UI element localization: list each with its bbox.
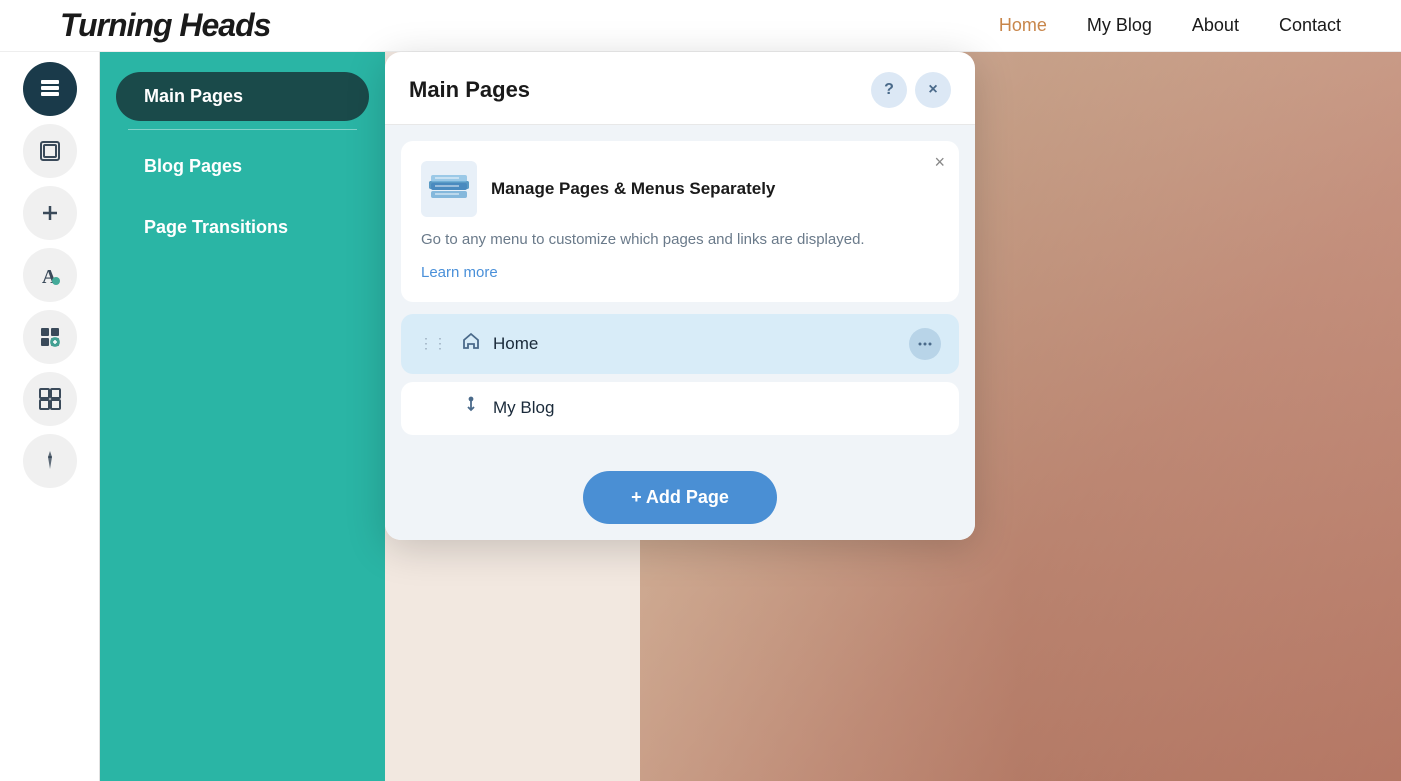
dialog-help-button[interactable]: ?: [871, 72, 907, 108]
dialog-header-actions: ? ×: [871, 72, 951, 108]
apps-sidebar-button[interactable]: [23, 310, 77, 364]
nav-item-about[interactable]: About: [1192, 15, 1239, 36]
page-list: ⋮⋮ Home: [401, 314, 959, 435]
info-card-title: Manage Pages & Menus Separately: [491, 178, 775, 200]
editor-sidebar: A: [0, 52, 100, 781]
pen-icon: [38, 449, 62, 473]
home-page-icon: [461, 331, 481, 356]
layers-icon: [38, 139, 62, 163]
info-card: × Man: [401, 141, 959, 302]
dialog-overlay: Main Pages ? × ×: [385, 52, 975, 742]
info-card-illustration: [421, 161, 477, 217]
website-header: Turning Heads Home My Blog About Contact: [0, 0, 1401, 52]
layers-sidebar-button[interactable]: [23, 124, 77, 178]
add-page-button[interactable]: + Add Page: [583, 471, 777, 524]
info-card-close-button[interactable]: ×: [934, 153, 945, 171]
text-sidebar-button[interactable]: A: [23, 248, 77, 302]
pages-panel-divider: [128, 129, 357, 130]
pen-sidebar-button[interactable]: [23, 434, 77, 488]
page-list-item-blog[interactable]: ⋮⋮ My Blog: [401, 382, 959, 435]
blog-page-icon: [461, 396, 481, 421]
pages-panel-transitions[interactable]: Page Transitions: [116, 203, 369, 252]
dialog-header: Main Pages ? ×: [385, 52, 975, 108]
website-logo: Turning Heads: [60, 7, 270, 44]
info-card-header: Manage Pages & Menus Separately: [421, 161, 939, 217]
pages-panel-blog-pages[interactable]: Blog Pages: [116, 142, 369, 191]
nav-item-home[interactable]: Home: [999, 15, 1047, 36]
home-page-name: Home: [493, 334, 897, 354]
drag-handle-home[interactable]: ⋮⋮: [419, 335, 447, 352]
media-icon: [38, 387, 62, 411]
blog-page-name: My Blog: [493, 398, 941, 418]
media-sidebar-button[interactable]: [23, 372, 77, 426]
nav-item-contact[interactable]: Contact: [1279, 15, 1341, 36]
home-page-more-button[interactable]: [909, 328, 941, 360]
dialog-body: × Man: [385, 125, 975, 455]
pages-panel-main-pages[interactable]: Main Pages: [116, 72, 369, 121]
pages-sidebar-button[interactable]: [23, 62, 77, 116]
more-icon: [917, 336, 933, 352]
nav-item-blog[interactable]: My Blog: [1087, 15, 1152, 36]
dialog-close-button[interactable]: ×: [915, 72, 951, 108]
pages-icon: [38, 77, 62, 101]
dialog-footer: + Add Page: [385, 455, 975, 540]
text-icon: A: [38, 263, 62, 287]
add-sidebar-button[interactable]: [23, 186, 77, 240]
website-nav: Home My Blog About Contact: [999, 15, 1341, 36]
pages-panel: Main Pages Blog Pages Page Transitions: [100, 52, 385, 781]
apps-icon: [38, 325, 62, 349]
add-icon: [38, 201, 62, 225]
info-card-body: Go to any menu to customize which pages …: [421, 229, 939, 252]
main-pages-dialog: Main Pages ? × ×: [385, 52, 975, 540]
learn-more-link[interactable]: Learn more: [421, 264, 498, 281]
dialog-title: Main Pages: [409, 77, 530, 103]
page-list-item-home[interactable]: ⋮⋮ Home: [401, 314, 959, 374]
